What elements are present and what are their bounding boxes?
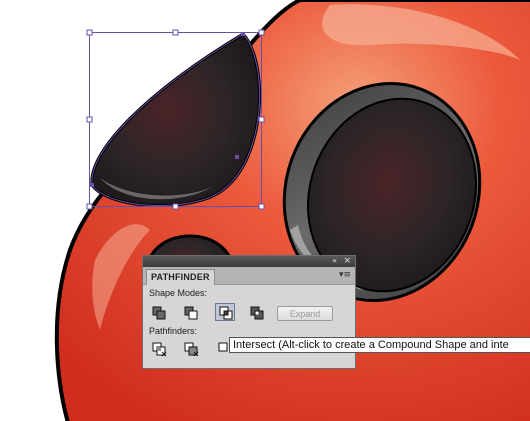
minus-front-icon [184, 306, 198, 320]
unite-icon [152, 306, 166, 320]
exclude-button[interactable] [247, 304, 267, 322]
exclude-icon [250, 306, 264, 320]
intersect-button[interactable] [215, 303, 235, 321]
collapse-icon[interactable]: « [332, 255, 337, 266]
intersect-tooltip: Intersect (Alt-click to create a Compoun… [229, 337, 530, 353]
divide-icon [152, 342, 167, 357]
unite-button[interactable] [149, 304, 169, 322]
close-icon[interactable]: × [343, 256, 351, 267]
trim-icon [184, 342, 199, 357]
tab-pathfinder[interactable]: PATHFINDER [146, 269, 215, 285]
panel-menu-icon[interactable]: ▾≡ [339, 270, 351, 280]
minus-front-button[interactable] [181, 304, 201, 322]
panel-tab-row: PATHFINDER ▾≡ [143, 267, 355, 285]
divide-button[interactable] [149, 340, 169, 358]
panel-title-bar[interactable]: « × [143, 256, 355, 267]
trim-button[interactable] [181, 340, 201, 358]
selected-eye-shape[interactable] [90, 32, 262, 208]
shape-modes-label: Shape Modes: [149, 288, 208, 298]
pathfinders-label: Pathfinders: [149, 326, 198, 336]
expand-button[interactable]: Expand [277, 306, 333, 321]
intersect-icon [219, 306, 233, 320]
